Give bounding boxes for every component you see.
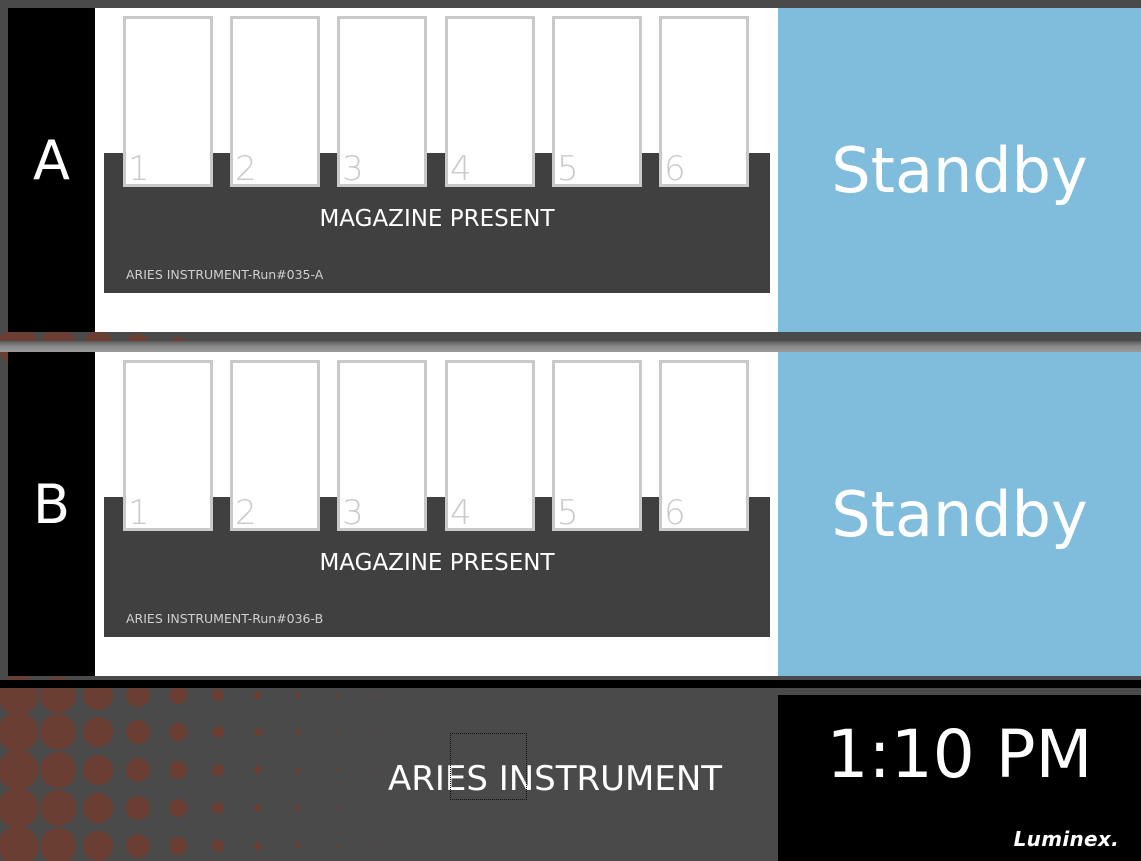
- bay-b-label-area: B: [8, 352, 95, 676]
- luminex-logo: Luminex.: [1013, 827, 1119, 851]
- bg-dot: [126, 720, 150, 744]
- bay-b-slot-3[interactable]: 3: [337, 360, 427, 531]
- bg-dot: [377, 807, 379, 809]
- bay-a-status-button[interactable]: Standby: [778, 8, 1141, 332]
- bay-b-magazine-status: MAGAZINE PRESENT: [319, 550, 555, 576]
- bg-dot: [377, 731, 379, 733]
- slot-number: 6: [664, 493, 686, 533]
- bg-dot: [212, 689, 224, 701]
- focus-rectangle: [450, 733, 527, 800]
- bay-b-panel: B 1 2 3 4 5 6 MAGAZINE PRESENT ARIES INS…: [8, 352, 1141, 676]
- instrument-name: ARIES INSTRUMENT: [387, 759, 723, 799]
- bg-dot: [169, 723, 187, 741]
- bg-dot: [0, 750, 38, 790]
- bg-dot: [336, 730, 340, 734]
- bay-a-slot-1[interactable]: 1: [123, 16, 213, 187]
- bg-dot: [212, 840, 224, 852]
- bg-dot: [212, 726, 224, 738]
- bg-dot: [336, 693, 340, 697]
- bg-dot: [83, 793, 113, 823]
- bg-dot: [254, 842, 262, 850]
- bg-dot: [377, 694, 379, 696]
- bg-dot: [126, 758, 150, 782]
- bay-b-run-name: ARIES INSTRUMENT-Run#036-B: [126, 611, 324, 626]
- clock-panel: 1:10 PM Luminex.: [778, 695, 1141, 861]
- bay-a-slot-3[interactable]: 3: [337, 16, 427, 187]
- bg-dot: [169, 761, 187, 779]
- bg-dot: [377, 845, 379, 847]
- bg-dot: [212, 764, 224, 776]
- bay-a-slot-6[interactable]: 6: [659, 16, 749, 187]
- bg-dot: [83, 831, 113, 861]
- bay-a-tray[interactable]: 1 2 3 4 5 6 MAGAZINE PRESENT ARIES INSTR…: [95, 8, 778, 332]
- bg-dot: [126, 834, 150, 858]
- bay-b-letter: B: [32, 473, 71, 536]
- slot-number: 6: [664, 149, 686, 189]
- bay-a-slot-4[interactable]: 4: [445, 16, 535, 187]
- slot-number: 4: [450, 149, 472, 189]
- bg-dot: [254, 804, 262, 812]
- bay-a-panel: A 1 2 3 4 5 6 MAGAZINE PRESENT ARIES INS…: [8, 8, 1141, 332]
- bay-a-letter: A: [33, 129, 70, 192]
- bg-dot: [336, 844, 340, 848]
- bg-dot: [126, 796, 150, 820]
- bay-b-slot-1[interactable]: 1: [123, 360, 213, 531]
- bg-dot: [169, 686, 187, 704]
- bg-dot: [295, 692, 301, 698]
- bg-dot: [0, 788, 38, 828]
- bay-a-run-name: ARIES INSTRUMENT-Run#035-A: [126, 267, 324, 282]
- bg-dot: [40, 714, 76, 750]
- slot-number: 2: [235, 493, 257, 533]
- bg-dot: [83, 755, 113, 785]
- separator-bar: [0, 680, 1141, 688]
- bg-dot: [40, 790, 76, 826]
- slot-number: 3: [342, 493, 364, 533]
- bg-dot: [295, 767, 301, 773]
- bg-dot: [254, 766, 262, 774]
- bay-a-label-area: A: [8, 8, 95, 332]
- bay-b-status-button[interactable]: Standby: [778, 352, 1141, 676]
- bg-dot: [295, 729, 301, 735]
- bay-b-slot-4[interactable]: 4: [445, 360, 535, 531]
- slot-number: 5: [557, 493, 579, 533]
- slot-number: 5: [557, 149, 579, 189]
- bay-a-magazine-status: MAGAZINE PRESENT: [319, 206, 555, 232]
- slot-number: 2: [235, 149, 257, 189]
- bay-a-slot-5[interactable]: 5: [552, 16, 642, 187]
- slot-number: 1: [128, 149, 150, 189]
- bg-dot: [254, 691, 262, 699]
- slot-number: 3: [342, 149, 364, 189]
- bg-dot: [0, 712, 38, 752]
- bay-a-status-text: Standby: [831, 134, 1088, 207]
- bay-b-tray[interactable]: 1 2 3 4 5 6 MAGAZINE PRESENT ARIES INSTR…: [95, 352, 778, 676]
- bg-dot: [254, 728, 262, 736]
- slot-number: 4: [450, 493, 472, 533]
- bg-dot: [169, 837, 187, 855]
- bg-dot: [212, 802, 224, 814]
- bay-b-slot-6[interactable]: 6: [659, 360, 749, 531]
- separator-bar: [0, 341, 1141, 352]
- bg-dot: [40, 828, 76, 861]
- bay-a-slot-2[interactable]: 2: [230, 16, 320, 187]
- bg-dot: [40, 752, 76, 788]
- bg-dot: [0, 826, 38, 861]
- slot-number: 1: [128, 493, 150, 533]
- bg-dot: [336, 806, 340, 810]
- bay-b-status-text: Standby: [831, 478, 1088, 551]
- bg-dot: [169, 799, 187, 817]
- clock-time: 1:10 PM: [826, 716, 1093, 793]
- bg-dot: [295, 805, 301, 811]
- bay-b-slot-2[interactable]: 2: [230, 360, 320, 531]
- bg-dot: [295, 843, 301, 849]
- bg-dot: [83, 717, 113, 747]
- bay-b-slot-5[interactable]: 5: [552, 360, 642, 531]
